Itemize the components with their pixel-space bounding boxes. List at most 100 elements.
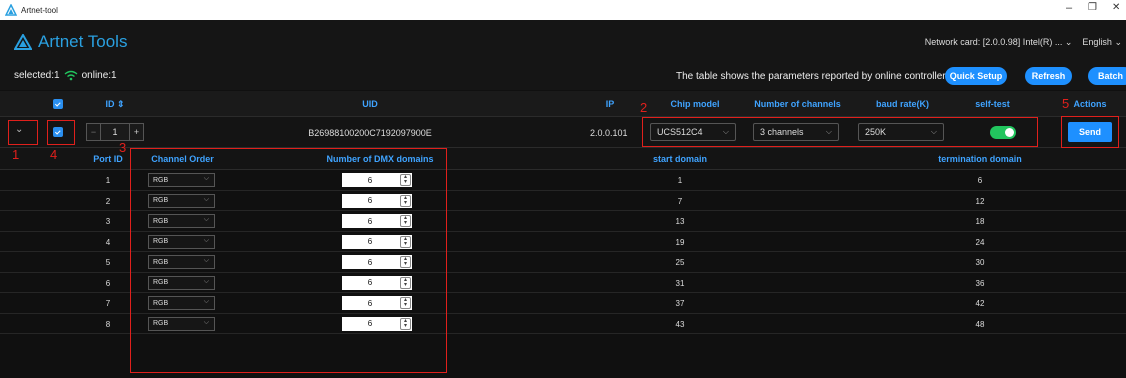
chevron-down-icon: ⌵ — [930, 127, 937, 136]
dmx-domains-input[interactable]: 6 ▴ ▾ — [342, 193, 412, 208]
dmx-domains-value: 6 — [367, 298, 373, 308]
port-id: 8 — [105, 319, 111, 329]
baud-rate-value: 250K — [865, 127, 887, 137]
chevron-down-icon: ⌵ — [825, 127, 832, 136]
device-uid: B26988100200C7192097900E — [308, 128, 432, 138]
channel-order-value: RGB — [153, 299, 169, 307]
channel-order-select[interactable]: RGB ⌵ — [148, 296, 215, 310]
termination-domain: 36 — [975, 278, 985, 288]
annotation-label-2: 2 — [640, 100, 648, 115]
sort-icon: ⇕ — [116, 99, 125, 109]
port-id: 2 — [105, 196, 111, 206]
start-domain: 37 — [675, 299, 685, 308]
start-domain: 25 — [675, 258, 685, 267]
termination-domain: 30 — [975, 258, 985, 267]
spinner-icon[interactable]: ▴ ▾ — [400, 194, 411, 207]
column-header-start-domain: start domain — [652, 154, 707, 164]
channel-order-value: RGB — [153, 320, 169, 327]
termination-domain: 48 — [975, 319, 985, 329]
chevron-down-icon: ⌵ — [722, 127, 729, 136]
port-id: 3 — [105, 217, 111, 226]
spinner-icon[interactable]: ▴ ▾ — [400, 297, 411, 309]
quick-setup-button[interactable]: Quick Setup — [945, 67, 1007, 85]
dmx-domains-input[interactable]: 6 ▴ ▾ — [342, 275, 412, 290]
start-domain: 31 — [675, 278, 685, 288]
port-id: 1 — [105, 176, 111, 185]
status-bar: selected:1 online:1 The table shows the … — [0, 60, 1126, 90]
baud-rate-select[interactable]: 250K ⌵ — [858, 123, 944, 141]
dmx-domains-input[interactable]: 6 ▴ ▾ — [342, 316, 412, 331]
dmx-domains-input[interactable]: 6 ▴ ▾ — [342, 234, 412, 249]
minimize-button[interactable]: – — [1066, 2, 1072, 14]
channel-order-value: RGB — [153, 279, 169, 286]
channel-order-select[interactable]: RGB ⌵ — [148, 173, 215, 187]
dmx-domains-input[interactable]: 6 ▴ ▾ — [342, 296, 412, 310]
column-header-uid: UID — [362, 99, 378, 109]
self-test-toggle[interactable] — [990, 126, 1016, 139]
dmx-domains-value: 6 — [367, 257, 373, 267]
network-card-select[interactable]: Network card: [2.0.0.98] Intel(R) ... ⌄ — [925, 37, 1073, 47]
channel-order-select[interactable]: RGB ⌵ — [148, 234, 215, 249]
decrement-icon[interactable]: − — [87, 124, 101, 140]
dmx-domains-value: 6 — [367, 237, 373, 246]
port-id: 6 — [105, 278, 111, 288]
spinner-icon[interactable]: ▴ ▾ — [400, 276, 411, 289]
termination-domain: 6 — [977, 176, 983, 185]
column-header-ip: IP — [605, 99, 615, 109]
brand: Artnet Tools — [14, 32, 127, 52]
spinner-icon[interactable]: ▴ ▾ — [400, 235, 411, 248]
dmx-domains-value: 6 — [367, 216, 373, 226]
send-button[interactable]: Send — [1068, 122, 1112, 142]
start-domain: 19 — [675, 237, 685, 247]
expand-row-icon[interactable]: ⌄ — [15, 124, 23, 135]
spinner-icon[interactable]: ▴ ▾ — [400, 215, 411, 227]
app-logo-icon — [5, 4, 17, 16]
channels-select[interactable]: 3 channels ⌵ — [753, 123, 839, 141]
port-row: 3 RGB ⌵ 6 ▴ ▾ 13 18 — [0, 211, 1126, 232]
table-header: ID ⇕ UID IP Chip model Number of channel… — [0, 91, 1126, 117]
chevron-down-icon: ⌄ — [1114, 37, 1122, 47]
wifi-icon — [64, 70, 78, 81]
column-header-id[interactable]: ID ⇕ — [100, 99, 130, 110]
channel-order-select[interactable]: RGB ⌵ — [148, 275, 215, 290]
dmx-domains-input[interactable]: 6 ▴ ▾ — [342, 214, 412, 228]
chevron-down-icon: ⌵ — [203, 175, 209, 182]
dmx-domains-input[interactable]: 6 ▴ ▾ — [342, 255, 412, 269]
maximize-button[interactable]: ❐ — [1088, 2, 1097, 13]
termination-domain: 12 — [975, 196, 985, 206]
device-checkbox[interactable] — [53, 127, 63, 137]
dmx-domains-input[interactable]: 6 ▴ ▾ — [342, 173, 412, 187]
termination-domain: 18 — [975, 217, 985, 226]
chevron-down-icon: ⌄ — [1064, 37, 1073, 47]
spinner-icon[interactable]: ▴ ▾ — [400, 317, 411, 330]
table-notice: The table shows the parameters reported … — [676, 71, 948, 82]
spinner-icon[interactable]: ▴ ▾ — [400, 174, 411, 186]
spinner-icon[interactable]: ▴ ▾ — [400, 256, 411, 268]
chevron-down-icon: ⌵ — [203, 195, 209, 203]
window-titlebar: Artnet-tool – ❐ ✕ — [0, 0, 1126, 20]
port-id: 4 — [105, 237, 111, 247]
channel-order-select[interactable]: RGB ⌵ — [148, 193, 215, 208]
channel-order-value: RGB — [153, 176, 169, 184]
channel-order-select[interactable]: RGB ⌵ — [148, 316, 215, 331]
port-row: 6 RGB ⌵ 6 ▴ ▾ 31 36 — [0, 273, 1126, 293]
network-card-label: Network card: [2.0.0.98] Intel(R) ... — [924, 37, 1063, 47]
select-all-checkbox[interactable] — [53, 99, 63, 109]
language-select[interactable]: English ⌄ — [1082, 37, 1122, 47]
chevron-down-icon: ⌵ — [203, 216, 209, 223]
channel-order-select[interactable]: RGB ⌵ — [148, 255, 215, 269]
channel-order-select[interactable]: RGB ⌵ — [148, 214, 215, 228]
chip-model-select[interactable]: UCS512C4 ⌵ — [650, 123, 736, 141]
start-domain: 13 — [675, 217, 685, 226]
increment-icon[interactable]: + — [129, 124, 143, 140]
batch-button[interactable]: Batch — [1088, 67, 1126, 85]
annotation-label-3: 3 — [119, 140, 127, 155]
refresh-button[interactable]: Refresh — [1025, 67, 1072, 85]
id-stepper[interactable]: − 1 + — [86, 123, 144, 141]
port-row: 5 RGB ⌵ 6 ▴ ▾ 25 30 — [0, 252, 1126, 273]
selection-status: selected:1 online:1 — [14, 70, 117, 81]
port-row: 2 RGB ⌵ 6 ▴ ▾ 7 12 — [0, 191, 1126, 211]
channel-order-value: RGB — [153, 197, 169, 204]
brand-name: Artnet Tools — [38, 32, 128, 51]
close-button[interactable]: ✕ — [1112, 2, 1120, 13]
